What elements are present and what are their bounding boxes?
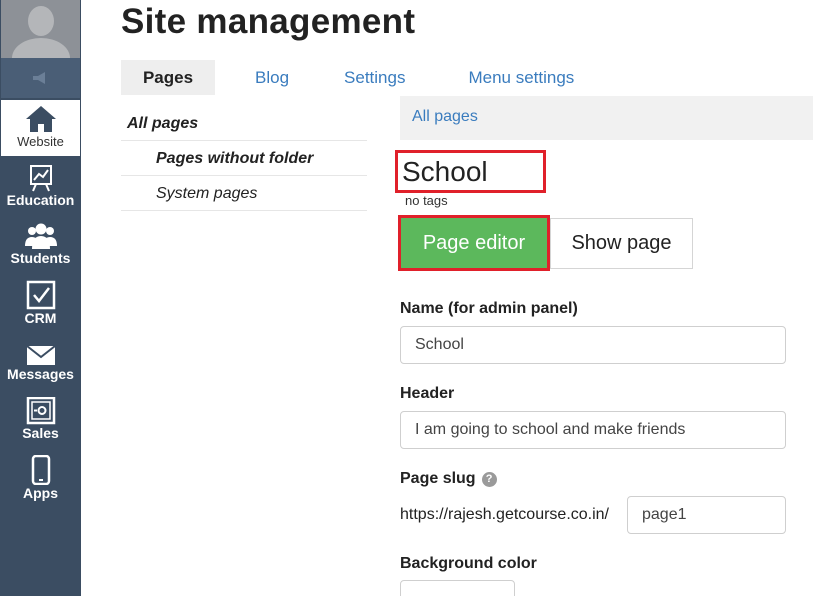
avatar-head [28,6,54,36]
breadcrumb-all-pages[interactable]: All pages [412,108,478,126]
sidebar: Website Education Students CRM Messages … [0,0,81,596]
slug-label: Page slug ? [400,470,497,488]
sidebar-item-label: Education [6,192,75,208]
page-editor-button-label: Page editor [401,218,547,268]
background-color-label: Background color [400,555,537,573]
tab-blog[interactable]: Blog [255,60,289,95]
sidebar-item-crm[interactable]: CRM [1,278,80,330]
sidebar-item-label: Sales [22,425,59,441]
header-label: Header [400,385,454,403]
slug-prefix: https://rajesh.getcourse.co.in/ [400,506,609,523]
envelope-icon [25,338,56,366]
show-page-button[interactable]: Show page [550,218,693,269]
sidebar-item-label: Website [17,134,64,149]
safe-icon [26,395,56,425]
background-color-input[interactable] [400,580,515,596]
chart-board-icon [28,162,54,192]
smartphone-icon [31,453,51,485]
background-color-label-text: Background color [400,555,537,572]
folder-pages-without-folder[interactable]: Pages without folder [121,141,367,176]
page-tags[interactable]: no tags [405,193,448,208]
name-label: Name (for admin panel) [400,300,578,318]
sidebar-item-students[interactable]: Students [1,220,80,272]
sidebar-item-sales[interactable]: Sales [1,395,80,445]
sidebar-item-label: CRM [24,310,57,326]
name-input[interactable]: School [400,326,786,364]
sidebar-item-label: Messages [7,366,74,382]
sidebar-item-website[interactable]: Website [1,100,80,156]
tab-settings[interactable]: Settings [344,60,405,95]
avatar[interactable] [1,0,80,58]
sidebar-item-messages[interactable]: Messages [1,338,80,388]
slug-label-text: Page slug [400,470,476,487]
page-title: Site management [121,2,416,41]
header-label-text: Header [400,385,455,402]
page-name-heading: School [395,150,546,193]
house-icon [24,100,58,134]
checkbox-icon [26,278,56,310]
megaphone-icon [32,72,45,84]
sidebar-item-apps[interactable]: Apps [1,453,80,505]
avatar-body [12,38,70,58]
tab-pages[interactable]: Pages [121,60,215,95]
sidebar-item-label: Students [10,250,71,266]
folder-system-pages[interactable]: System pages [121,176,367,211]
tab-bar: Pages Blog Settings Menu settings [121,60,574,95]
name-label-text: Name (for admin panel) [400,300,578,317]
announcement-button[interactable] [1,58,80,98]
folder-list: All pages Pages without folder System pa… [121,106,367,211]
page-editor-button[interactable]: Page editor [398,215,550,271]
header-input[interactable]: I am going to school and make friends [400,411,786,449]
sidebar-item-label: Apps [23,485,58,501]
tab-menu-settings[interactable]: Menu settings [468,60,574,95]
folder-all-pages[interactable]: All pages [121,106,367,141]
sidebar-item-education[interactable]: Education [1,162,80,214]
slug-input[interactable]: page1 [627,496,786,534]
breadcrumb: All pages [400,96,813,140]
users-icon [24,220,58,250]
help-icon[interactable]: ? [481,471,497,487]
